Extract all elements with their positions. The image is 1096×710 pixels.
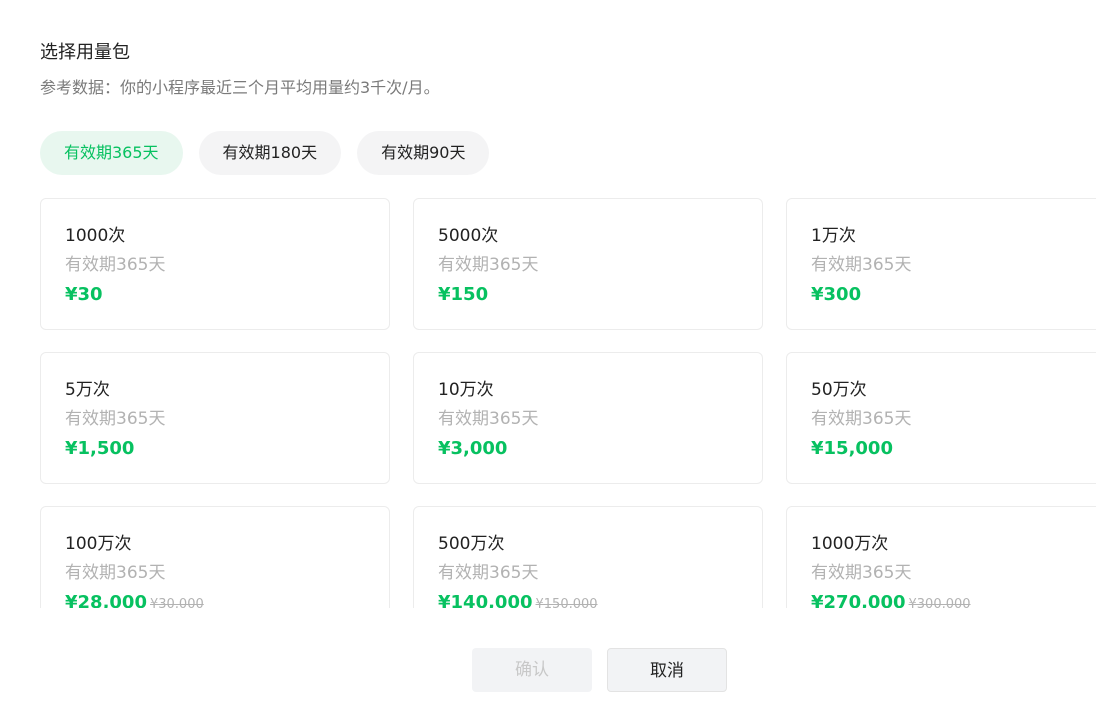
- package-price-row: ¥28,000 ¥30,000: [65, 591, 204, 608]
- package-card[interactable]: 1万次 有效期365天 ¥300: [786, 198, 1096, 330]
- package-validity: 有效期365天: [65, 409, 166, 429]
- package-amount: 500万次: [438, 534, 505, 554]
- validity-tabs: 有效期365天 有效期180天 有效期90天: [40, 131, 490, 175]
- package-price-row: ¥1,500: [65, 437, 134, 461]
- package-amount: 5000次: [438, 226, 499, 246]
- package-price-row: ¥150: [438, 283, 488, 307]
- package-validity: 有效期365天: [811, 255, 912, 275]
- package-amount: 5万次: [65, 380, 110, 400]
- package-card[interactable]: 100万次 有效期365天 ¥28,000 ¥30,000: [40, 506, 390, 608]
- package-card[interactable]: 1000万次 有效期365天 ¥270,000 ¥300,000: [786, 506, 1096, 608]
- package-validity: 有效期365天: [438, 255, 539, 275]
- package-price: ¥140,000: [438, 592, 533, 608]
- package-price-row: ¥140,000 ¥150,000: [438, 591, 598, 608]
- package-price-row: ¥3,000: [438, 437, 507, 461]
- package-price: ¥3,000: [438, 438, 508, 459]
- package-price-row: ¥15,000: [811, 437, 893, 461]
- package-validity: 有效期365天: [811, 563, 912, 583]
- package-original-price: ¥150,000: [535, 597, 598, 608]
- dialog-title: 选择用量包: [40, 42, 130, 63]
- package-price: ¥28,000: [65, 592, 147, 608]
- package-amount: 1000次: [65, 226, 126, 246]
- package-amount: 1万次: [811, 226, 856, 246]
- package-card[interactable]: 5000次 有效期365天 ¥150: [413, 198, 763, 330]
- package-card[interactable]: 10万次 有效期365天 ¥3,000: [413, 352, 763, 484]
- package-validity: 有效期365天: [65, 255, 166, 275]
- package-price: ¥15,000: [811, 438, 893, 459]
- package-validity: 有效期365天: [65, 563, 166, 583]
- package-grid: 1000次 有效期365天 ¥30 5000次 有效期365天 ¥150 1万次…: [0, 198, 1096, 608]
- tab-validity-180[interactable]: 有效期180天: [198, 131, 342, 175]
- package-price-row: ¥30: [65, 283, 103, 307]
- package-validity: 有效期365天: [438, 563, 539, 583]
- package-price: ¥30: [65, 284, 103, 305]
- package-card[interactable]: 500万次 有效期365天 ¥140,000 ¥150,000: [413, 506, 763, 608]
- package-price-row: ¥270,000 ¥300,000: [811, 591, 971, 608]
- package-amount: 10万次: [438, 380, 494, 400]
- reference-data-text: 参考数据：你的小程序最近三个月平均用量约3千次/月。: [40, 78, 440, 97]
- tab-validity-90[interactable]: 有效期90天: [357, 131, 490, 175]
- tab-validity-365[interactable]: 有效期365天: [40, 131, 183, 175]
- package-price: ¥150: [438, 284, 489, 305]
- package-original-price: ¥30,000: [149, 597, 204, 608]
- confirm-button[interactable]: 确认: [472, 648, 592, 692]
- package-amount: 50万次: [811, 380, 867, 400]
- cancel-button[interactable]: 取消: [607, 648, 727, 692]
- package-card[interactable]: 1000次 有效期365天 ¥30: [40, 198, 390, 330]
- package-price-row: ¥300: [811, 283, 861, 307]
- package-amount: 100万次: [65, 534, 132, 554]
- package-price: ¥270,000: [811, 592, 906, 608]
- package-validity: 有效期365天: [438, 409, 539, 429]
- package-validity: 有效期365天: [811, 409, 912, 429]
- package-card[interactable]: 5万次 有效期365天 ¥1,500: [40, 352, 390, 484]
- package-price: ¥300: [811, 284, 862, 305]
- package-original-price: ¥300,000: [908, 597, 971, 608]
- package-card[interactable]: 50万次 有效期365天 ¥15,000: [786, 352, 1096, 484]
- package-selection-dialog: 选择用量包 参考数据：你的小程序最近三个月平均用量约3千次/月。 有效期365天…: [0, 0, 1096, 710]
- package-amount: 1000万次: [811, 534, 889, 554]
- package-price: ¥1,500: [65, 438, 135, 459]
